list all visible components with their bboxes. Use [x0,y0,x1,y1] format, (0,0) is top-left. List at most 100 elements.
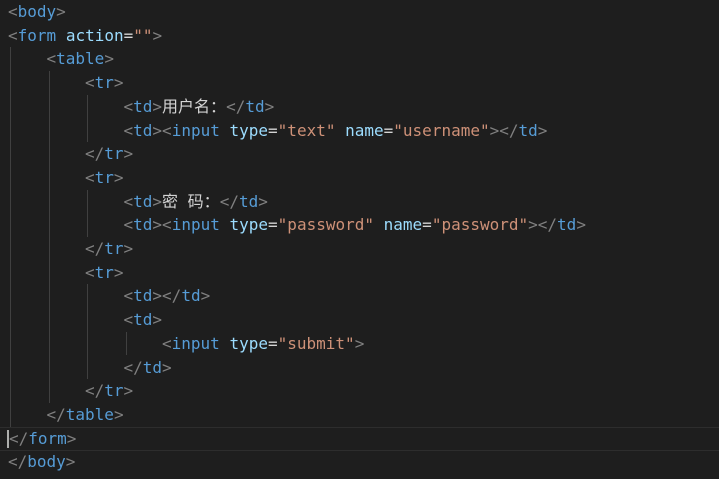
code-text: <tr> [85,71,124,95]
token-bracket: > [123,144,134,164]
token-bracket: > [66,428,77,448]
code-text: <td><input type="text" name="username"><… [124,119,548,143]
code-text: <td>用户名：</td> [124,95,275,119]
token-tag: td [181,286,201,306]
code-line[interactable]: </tr> [0,142,719,166]
code-text: <tr> [85,261,124,285]
token-bracket: > [264,96,275,116]
token-bracket: > [528,215,538,235]
token-bracket: < [123,215,134,235]
code-line[interactable]: <td><input type="text" name="username"><… [0,119,719,143]
token-tag: td [133,96,153,116]
token-bracket: > [56,2,66,21]
code-line[interactable]: <td><input type="password" name="passwor… [0,213,719,237]
token-str: "submit" [277,333,355,353]
token-attr: type [229,120,269,140]
token-bracket: > [113,167,124,187]
token-tag: td [238,191,259,211]
token-bracket: > [162,357,172,377]
code-line[interactable]: </body> [0,450,719,474]
token-bracket: > [200,286,211,306]
code-editor[interactable]: <body> <form action=""> <table> <tr> <td>用户名… [0,0,719,479]
token-bracket: > [258,191,268,211]
token-tag: td [133,215,153,235]
token-bracket: < [123,286,134,306]
token-tag: tr [104,144,124,164]
token-bracket: </ [123,357,143,377]
token-tag: form [17,25,57,45]
token-tag: td [557,215,577,235]
token-tag: form [28,428,67,448]
token-bracket: < [85,73,95,93]
indent-guide [87,94,88,143]
token-bracket: > [152,120,163,140]
token-txt: 用户名： [162,96,227,116]
code-text: <table> [47,47,114,71]
token-tag: input [171,333,220,353]
token-bracket: > [152,215,163,235]
token-str: "password" [277,215,374,235]
code-line[interactable]: <tr> [0,166,719,190]
code-text: </tr> [85,237,133,261]
token-str: "" [133,25,153,45]
token-eq: = [267,333,278,353]
code-line[interactable]: <form action=""> [0,24,719,48]
token-attr: type [229,333,268,353]
code-line[interactable]: </tr> [0,237,719,261]
code-text: <input type="submit"> [162,332,364,356]
token-bracket: > [489,120,500,140]
token-bracket: </ [162,286,182,306]
token-txt: 密 码： [162,191,220,211]
token-bracket: </ [85,239,105,258]
token-bracket: < [85,167,95,187]
code-line[interactable]: <td>用户名：</td> [0,95,719,119]
code-line[interactable]: <tr> [0,71,719,95]
code-line[interactable]: <table> [0,47,719,71]
token-bracket: < [162,215,172,235]
token-bracket: </ [499,120,519,140]
code-line[interactable]: <td> [0,308,719,332]
code-line[interactable]: <td></td> [0,284,719,308]
token-bracket: </ [46,404,66,424]
code-text: </body> [8,450,75,474]
token-bracket: > [152,25,163,45]
indent-guide [87,189,88,237]
token-attr: name [345,120,384,140]
code-text: </table> [47,403,124,427]
code-line[interactable]: </tr> [0,379,719,403]
indent-guide [10,47,11,427]
token-bracket: </ [85,381,105,401]
code-line[interactable]: </td> [0,356,719,380]
token-tag: td [142,357,163,377]
code-line[interactable]: </table> [0,403,719,427]
token-str: "username" [393,120,490,140]
token-bracket: > [65,452,76,472]
code-text: </td> [124,356,172,380]
token-bracket: > [576,215,586,235]
token-bracket: < [8,25,18,45]
code-text: </tr> [85,379,133,403]
token-bracket: </ [8,452,28,472]
token-bracket: </ [226,96,246,116]
token-attr: action [65,25,124,45]
token-tag: tr [94,262,114,282]
code-line[interactable]: <td>密 码：</td> [0,190,719,214]
code-line[interactable]: <tr> [0,261,719,285]
token-eq: = [383,120,394,140]
token-tag: td [518,120,538,140]
token-bracket: </ [219,191,239,211]
token-tag: input [171,120,220,140]
token-eq: = [268,215,278,235]
code-line[interactable]: <body> [0,0,719,24]
code-text: </tr> [85,142,133,166]
token-bracket: > [113,404,124,424]
code-text: <body> [8,0,66,24]
token-eq: = [422,215,432,235]
code-line-current[interactable]: </form> [0,426,719,451]
token-tag: table [56,49,105,69]
code-line[interactable]: <input type="submit"> [0,332,719,356]
indent-guide [48,71,50,403]
indent-guide [125,331,127,356]
